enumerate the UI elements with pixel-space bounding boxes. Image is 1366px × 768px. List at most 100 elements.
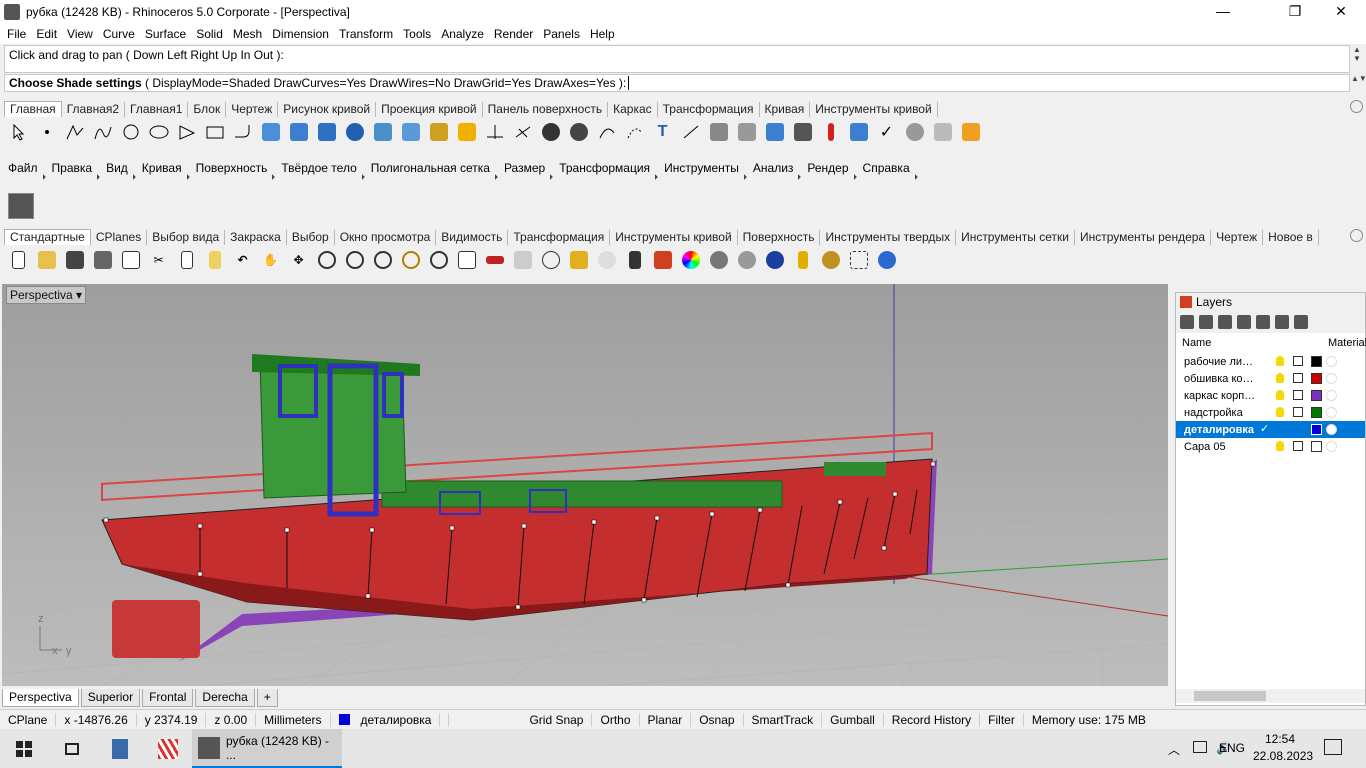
move-icon[interactable] — [706, 120, 731, 145]
tab-glavnaya[interactable]: Главная — [4, 101, 62, 117]
tab-zakraska[interactable]: Закраска — [225, 230, 287, 245]
object-properties-icon[interactable] — [566, 248, 591, 273]
lock-icon[interactable] — [622, 248, 647, 273]
lightbulb-icon[interactable] — [594, 248, 619, 273]
render-icon[interactable] — [958, 120, 983, 145]
ru-tool-curve[interactable]: Кривая — [138, 161, 192, 175]
ru-tool-mesh[interactable]: Полигональная сетка — [367, 161, 500, 175]
zoom-selected-icon[interactable] — [398, 248, 423, 273]
lightbulb-icon[interactable] — [1276, 373, 1284, 383]
move-down-icon[interactable] — [1256, 315, 1270, 329]
tab-instrumenty-rendera[interactable]: Инструменты рендера — [1075, 230, 1212, 245]
tab-krivaya[interactable]: Кривая — [760, 102, 811, 117]
ru-tool-edit[interactable]: Правка — [48, 161, 103, 175]
tab-okno-prosmotra[interactable]: Окно просмотра — [335, 230, 437, 245]
column-name[interactable]: Name — [1182, 337, 1211, 349]
layer-row[interactable]: надстройка — [1176, 404, 1365, 421]
clock-date[interactable]: 22.08.2023 — [1253, 749, 1313, 763]
material-swatch[interactable] — [1326, 373, 1337, 384]
tab-instrumenty-tverdykh[interactable]: Инструменты твердых — [820, 230, 957, 245]
lightbulb-icon[interactable] — [1276, 407, 1284, 417]
tab-instrumenty-setki[interactable]: Инструменты сетки — [956, 230, 1075, 245]
tab-panel-poverkhnost[interactable]: Панель поверхность — [483, 102, 609, 117]
filter-toggle[interactable]: Filter — [980, 712, 1024, 727]
clock-time[interactable]: 12:54 — [1265, 732, 1295, 746]
tab-glavnaya1[interactable]: Главная1 — [125, 102, 189, 117]
array-icon[interactable] — [790, 120, 815, 145]
point-icon[interactable] — [34, 120, 59, 145]
chevron-down-icon[interactable]: ▾ — [76, 288, 82, 302]
ellipse-icon[interactable] — [146, 120, 171, 145]
rectangle-icon[interactable] — [202, 120, 227, 145]
language-indicator[interactable]: ENG — [1219, 741, 1245, 755]
rebuild-icon[interactable] — [594, 120, 619, 145]
status-cplane[interactable]: CPlane — [0, 712, 57, 727]
import-icon[interactable] — [118, 248, 143, 273]
menu-edit[interactable]: Edit — [31, 27, 62, 41]
undo-icon[interactable]: ↶ — [230, 248, 255, 273]
unlock-icon[interactable] — [1293, 390, 1303, 400]
delete-layer-icon[interactable] — [1218, 315, 1232, 329]
gear-icon[interactable] — [1350, 229, 1363, 242]
tab-proektsiya-krivoy[interactable]: Проекция кривой — [376, 102, 483, 117]
tab-glavnaya2[interactable]: Главная2 — [62, 102, 126, 117]
text-object-icon[interactable]: T — [650, 120, 675, 145]
menu-panels[interactable]: Panels — [538, 27, 585, 41]
tab-transformatsiya[interactable]: Трансформация — [658, 102, 760, 117]
calculator-icon[interactable] — [96, 729, 144, 768]
curve-icon[interactable] — [90, 120, 115, 145]
shaded-sphere-icon[interactable] — [706, 248, 731, 273]
gumball-toggle[interactable]: Gumball — [822, 712, 884, 727]
ru-tool-file[interactable]: Файл — [4, 161, 48, 175]
material-swatch[interactable] — [1326, 407, 1337, 418]
boolean-union-icon[interactable] — [342, 120, 367, 145]
ru-tool-transform[interactable]: Трансформация — [555, 161, 660, 175]
osnap-icon[interactable] — [538, 248, 563, 273]
fillet-curve-icon[interactable] — [230, 120, 255, 145]
toolbar-layout-icon[interactable] — [846, 248, 871, 273]
task-view-icon[interactable] — [48, 729, 96, 768]
named-view-icon[interactable] — [482, 248, 507, 273]
lightbulb-icon[interactable] — [1276, 356, 1284, 366]
open-folder-icon[interactable] — [34, 248, 59, 273]
check-icon[interactable]: ✓ — [874, 120, 899, 145]
tab-novoe-v[interactable]: Новое в — [1263, 230, 1319, 245]
ru-tool-analyze[interactable]: Анализ — [749, 161, 804, 175]
command-line[interactable]: Choose Shade settings ( DisplayMode=Shad… — [4, 74, 1350, 92]
menu-file[interactable]: File — [2, 27, 31, 41]
record-history-toggle[interactable]: Record History — [884, 712, 981, 727]
osnap-toggle[interactable]: Osnap — [691, 712, 744, 727]
close-button[interactable]: ✕ — [1318, 0, 1364, 24]
menu-surface[interactable]: Surface — [140, 27, 191, 41]
zoom-window-icon[interactable] — [342, 248, 367, 273]
trim-icon[interactable] — [482, 120, 507, 145]
menu-solid[interactable]: Solid — [191, 27, 228, 41]
gear-icon[interactable] — [1350, 100, 1363, 113]
layer-color-swatch[interactable] — [1311, 424, 1322, 435]
tab-standartnye[interactable]: Стандартные — [4, 229, 91, 245]
tab-chertezh-2[interactable]: Чертеж — [1211, 230, 1264, 245]
layer-row[interactable]: рабочие линии — [1176, 353, 1365, 370]
cut-icon[interactable]: ✂ — [146, 248, 171, 273]
ru-tool-render[interactable]: Рендер — [803, 161, 858, 175]
dimension-icon[interactable] — [678, 120, 703, 145]
paste-icon[interactable] — [202, 248, 227, 273]
layers-panel-title[interactable]: Layers — [1196, 295, 1232, 309]
unlock-icon[interactable] — [1293, 356, 1303, 366]
move-up-icon[interactable] — [1237, 315, 1251, 329]
extrude-icon[interactable] — [286, 120, 311, 145]
layer-row-current[interactable]: деталировка ✓ — [1176, 421, 1365, 438]
ortho-toggle[interactable]: Ortho — [592, 712, 640, 727]
print-icon[interactable] — [90, 248, 115, 273]
menu-dimension[interactable]: Dimension — [267, 27, 334, 41]
tab-vidimost[interactable]: Видимость — [436, 230, 509, 245]
tab-instrumenty-krivoy-2[interactable]: Инструменты кривой — [610, 230, 738, 245]
control-points-icon[interactable] — [622, 120, 647, 145]
add-viewport-button[interactable]: + — [256, 689, 278, 707]
minimize-button[interactable]: — — [1200, 0, 1246, 24]
ru-tool-view[interactable]: Вид — [102, 161, 138, 175]
rendered-sphere-icon[interactable] — [734, 248, 759, 273]
transform-gear-icon[interactable] — [426, 120, 451, 145]
rotate-view-icon[interactable]: ✥ — [286, 248, 311, 273]
tab-frontal[interactable]: Frontal — [142, 689, 194, 707]
